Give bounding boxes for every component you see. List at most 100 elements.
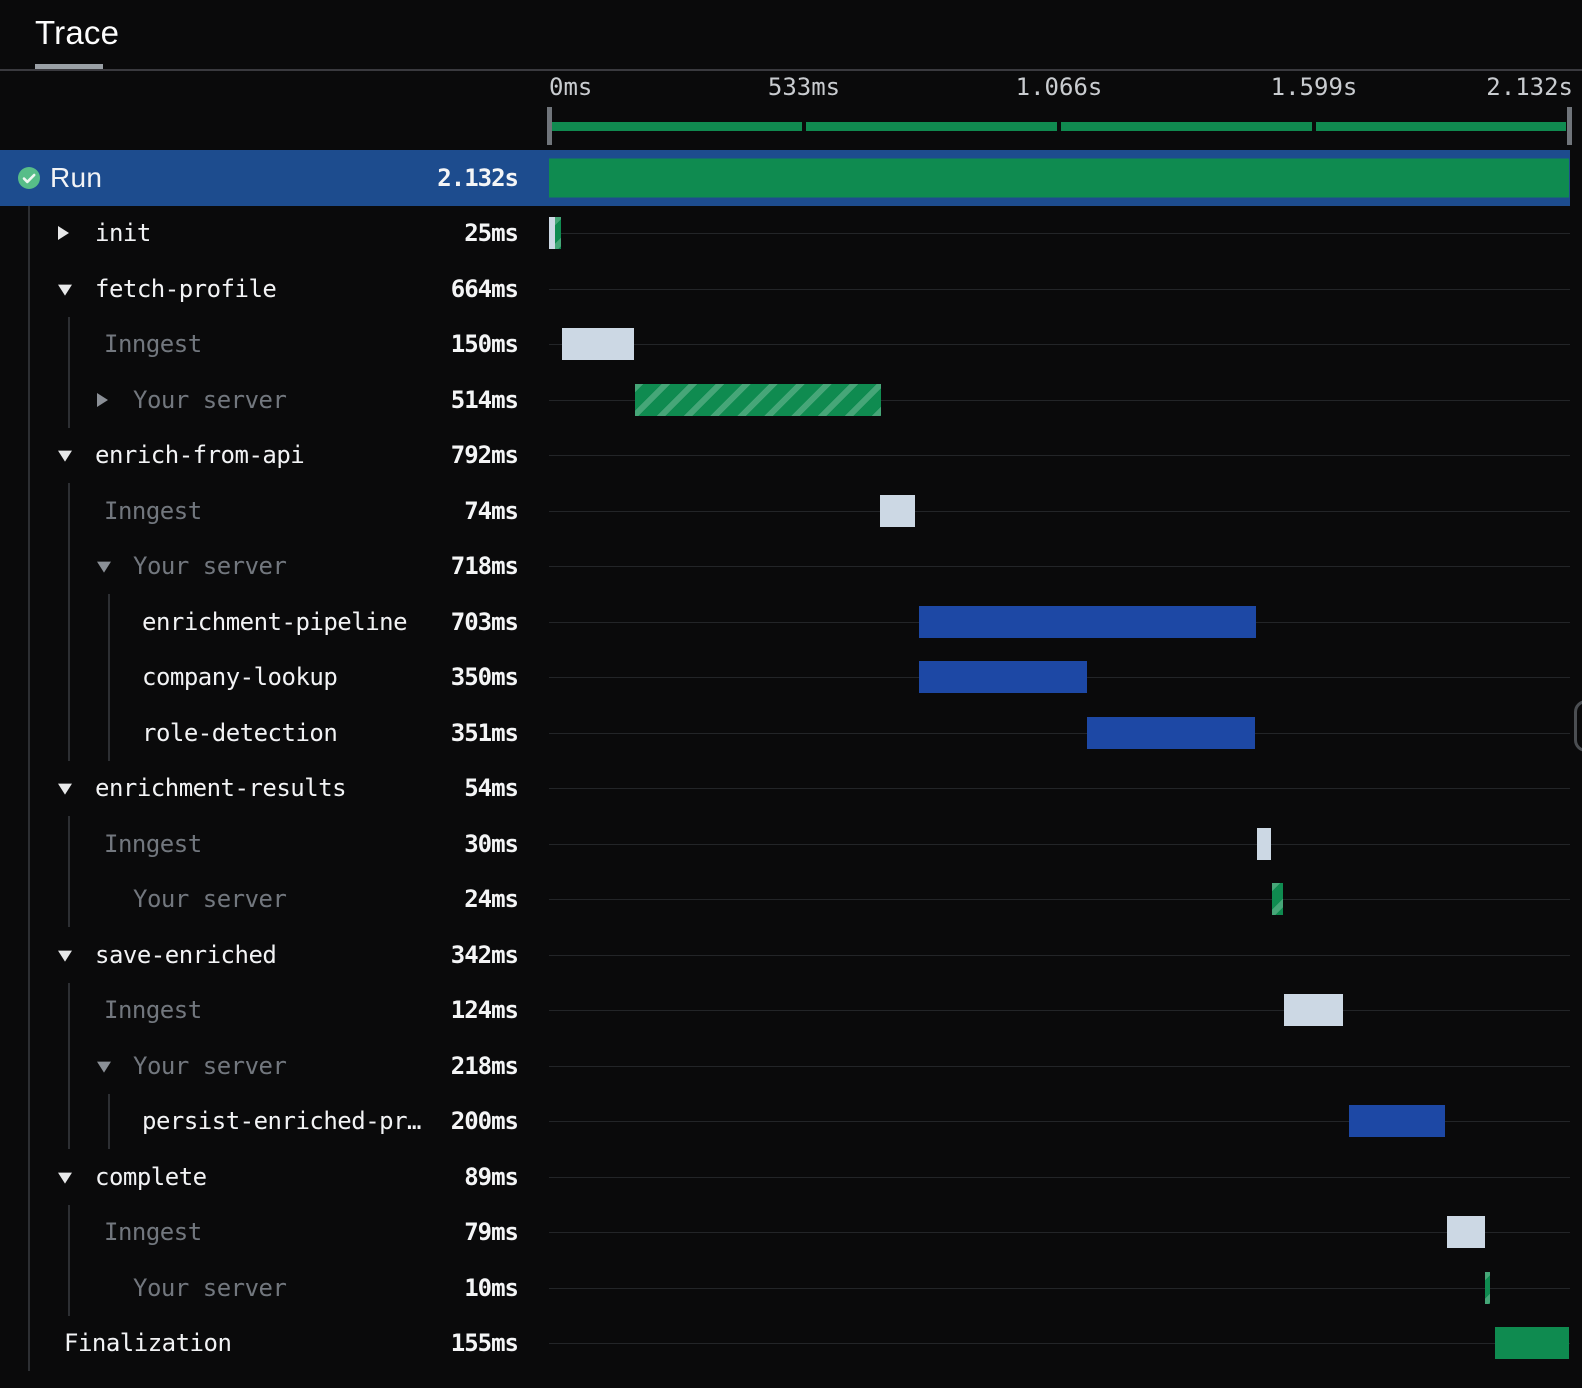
span-bar-role-detection[interactable]	[1086, 716, 1255, 749]
row-track-line	[549, 954, 1570, 956]
trace-row-your-server[interactable]: Your server 218ms	[0, 1038, 1570, 1094]
span-bar-inngest[interactable]	[1257, 827, 1272, 860]
span-bar-inngest[interactable]	[1447, 1216, 1486, 1249]
trace-row-enrichment-results[interactable]: enrichment-results 54ms	[0, 760, 1570, 816]
trace-row-inngest[interactable]: Inngest 74ms	[0, 483, 1570, 539]
row-track-line	[549, 1232, 1570, 1234]
row-duration: 74ms	[464, 496, 519, 525]
tick-label-1.066s: 1.066s	[1015, 73, 1103, 101]
tree-guide-line	[28, 705, 30, 761]
row-label: Inngest	[104, 496, 202, 525]
row-duration: 10ms	[464, 1273, 519, 1302]
row-track-line	[549, 1176, 1570, 1178]
timeline-header: 0ms 533ms 1.066s 1.599s 2.132s	[0, 71, 1582, 150]
row-label: fetch-profile	[95, 274, 277, 303]
trace-row-your-server[interactable]: Your server 24ms	[0, 871, 1570, 927]
tree-guide-line	[68, 649, 70, 705]
trace-row-fetch-profile[interactable]: fetch-profile 664ms	[0, 261, 1570, 317]
trace-row-persist-enriched-pr[interactable]: persist-enriched-pr… 200ms	[0, 1093, 1570, 1149]
trace-row-company-lookup[interactable]: company-lookup 350ms	[0, 649, 1570, 705]
minimap-end-tick	[547, 107, 552, 145]
timeline-minimap[interactable]	[0, 107, 1582, 150]
trace-row-finalization[interactable]: Finalization 155ms	[0, 1315, 1570, 1371]
chevron-down-icon[interactable]	[58, 450, 72, 462]
tree-guide-line	[68, 705, 70, 761]
row-duration: 342ms	[450, 940, 519, 969]
row-label: enrichment-pipeline	[142, 607, 408, 636]
trace-row-inngest[interactable]: Inngest 124ms	[0, 982, 1570, 1038]
tab-trace-label: Trace	[35, 14, 120, 51]
chevron-down-icon[interactable]	[97, 561, 111, 573]
row-duration: 792ms	[450, 441, 519, 470]
chevron-down-icon[interactable]	[58, 1172, 72, 1184]
row-label: Your server	[133, 552, 287, 581]
span-bar-your-server[interactable]	[634, 383, 881, 416]
span-bar-company-lookup[interactable]	[919, 661, 1087, 694]
tree-guide-line	[28, 1149, 30, 1205]
trace-row-init[interactable]: init 25ms	[0, 205, 1570, 261]
tick-label-1.599s: 1.599s	[1270, 73, 1358, 101]
trace-row-your-server[interactable]: Your server 10ms	[0, 1260, 1570, 1316]
tree-guide-line	[28, 871, 30, 927]
row-label: complete	[95, 1162, 207, 1191]
row-track-line	[549, 455, 1570, 457]
span-bar-your-server[interactable]	[1485, 1271, 1491, 1304]
span-bar-run[interactable]	[549, 158, 1569, 198]
tree-guide-line	[28, 261, 30, 317]
row-label: role-detection	[142, 718, 338, 747]
trace-row-inngest[interactable]: Inngest 79ms	[0, 1204, 1570, 1260]
row-duration: 89ms	[464, 1162, 519, 1191]
row-duration: 718ms	[450, 552, 519, 581]
row-duration: 664ms	[450, 274, 519, 303]
trace-row-your-server[interactable]: Your server 514ms	[0, 372, 1570, 428]
trace-row-role-detection[interactable]: role-detection 351ms	[0, 705, 1570, 761]
row-track-line	[549, 288, 1570, 290]
trace-row-your-server[interactable]: Your server 718ms	[0, 538, 1570, 594]
tree-guide-line	[68, 982, 70, 1038]
chevron-down-icon[interactable]	[58, 950, 72, 962]
row-track-line	[549, 899, 1570, 901]
row-duration: 30ms	[464, 829, 519, 858]
span-bar-persist-enriched-pr[interactable]	[1348, 1105, 1445, 1138]
tree-guide-line	[28, 1038, 30, 1094]
span-bar-finalization[interactable]	[1494, 1327, 1569, 1360]
span-bar-inngest[interactable]	[562, 328, 635, 361]
trace-row-inngest[interactable]: Inngest 30ms	[0, 816, 1570, 872]
tab-trace[interactable]: Trace	[35, 14, 119, 52]
tree-guide-line	[28, 1315, 30, 1371]
tree-guide-line	[28, 594, 30, 650]
tree-guide-line	[68, 871, 70, 927]
row-track-line	[549, 510, 1570, 512]
trace-row-inngest[interactable]: Inngest 150ms	[0, 316, 1570, 372]
row-label: Run	[50, 161, 103, 193]
side-drawer-handle[interactable]	[1574, 700, 1582, 752]
row-label: enrich-from-api	[95, 441, 305, 470]
span-bar-inngest[interactable]	[879, 494, 915, 527]
chevron-down-icon[interactable]	[58, 284, 72, 296]
row-duration: 79ms	[464, 1218, 519, 1247]
row-label: Inngest	[104, 1218, 202, 1247]
span-bar-enrichment-pipeline[interactable]	[919, 605, 1256, 638]
row-label: Inngest	[104, 330, 202, 359]
row-label: Your server	[133, 1273, 287, 1302]
span-bar-your-server[interactable]	[1271, 883, 1284, 916]
chevron-down-icon[interactable]	[97, 1061, 111, 1073]
trace-row-save-enriched[interactable]: save-enriched 342ms	[0, 927, 1570, 983]
trace-row-enrichment-pipeline[interactable]: enrichment-pipeline 703ms	[0, 594, 1570, 650]
tree-guide-line	[28, 760, 30, 816]
trace-row-run[interactable]: Run 2.132s	[0, 150, 1570, 206]
row-duration: 54ms	[464, 774, 519, 803]
tab-active-indicator	[35, 64, 103, 69]
chevron-right-icon[interactable]	[97, 392, 108, 407]
tree-guide-line	[68, 538, 70, 594]
trace-row-complete[interactable]: complete 89ms	[0, 1149, 1570, 1205]
chevron-right-icon[interactable]	[58, 226, 69, 241]
row-label: init	[95, 219, 151, 248]
row-label: Inngest	[104, 996, 202, 1025]
span-bar-inngest[interactable]	[1283, 994, 1344, 1027]
chevron-down-icon[interactable]	[58, 783, 72, 795]
trace-row-enrich-from-api[interactable]: enrich-from-api 792ms	[0, 427, 1570, 483]
row-duration: 2.132s	[437, 163, 519, 192]
span-bar-init[interactable]	[554, 217, 561, 250]
row-duration: 514ms	[450, 385, 519, 414]
